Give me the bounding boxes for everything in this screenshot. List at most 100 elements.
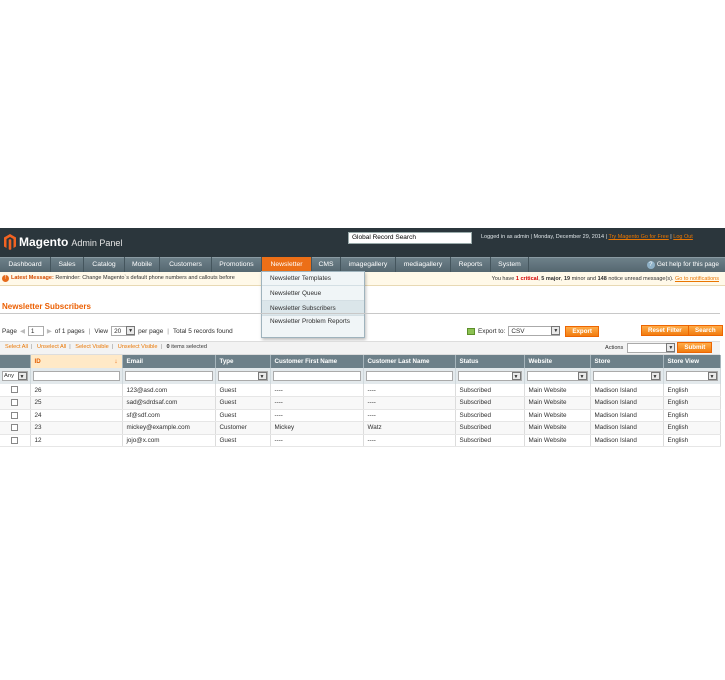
actions-select[interactable]: ▼ [627,342,676,353]
cell-status: Subscribed [455,409,525,422]
latest-message-label: Latest Message: [11,275,54,281]
any-option: Any [4,373,14,379]
help-link[interactable]: ? Get help for this page [646,257,719,272]
nav-cms[interactable]: CMS [312,257,341,272]
column-header-email[interactable]: Email [122,355,216,368]
export-button[interactable]: Export [565,325,599,337]
magento-logo[interactable]: Magento Admin Panel [4,232,124,252]
nav-promotions[interactable]: Promotions [212,257,262,272]
cell-first-name: ---- [270,384,364,397]
column-header-website[interactable]: Website [524,355,591,368]
cell-type: Guest [215,409,271,422]
menu-newsletter-templates[interactable]: Newsletter Templates [262,272,364,286]
help-icon: ? [646,261,655,269]
unselect-all-link[interactable]: Unselect All [37,344,66,350]
select-visible-link[interactable]: Select Visible [75,344,108,350]
cell-status: Subscribed [455,421,525,435]
row-checkbox[interactable] [11,424,18,432]
next-page-icon[interactable]: ▶ [47,327,52,335]
row-checkbox[interactable] [11,411,18,419]
title-divider [0,313,720,314]
global-search-input[interactable]: Global Record Search [348,232,472,244]
cell-email: 123@asd.com [122,384,216,397]
cell-store: Madison Island [590,421,664,435]
store-view-filter-select[interactable]: ▼ [665,371,718,381]
column-header-type[interactable]: Type [215,355,271,368]
notice-count[interactable]: 148 [598,276,607,282]
nav-catalog[interactable]: Catalog [84,257,125,272]
search-button[interactable]: Search [688,325,723,336]
goto-notifications-link[interactable]: Go to notifications [675,276,719,282]
selected-label: items selected [171,344,207,350]
select-all-link[interactable]: Select All [5,344,28,350]
cell-website: Main Website [524,434,591,447]
nav-customers[interactable]: Customers [160,257,212,272]
nav-mobile[interactable]: Mobile [125,257,160,272]
status-filter-select[interactable]: ▼ [457,371,522,381]
export-icon [467,327,475,335]
filter-cell: ▼ [524,368,591,384]
minor-count[interactable]: 19 [564,276,570,282]
column-header-store[interactable]: Store [590,355,664,368]
page-input[interactable]: 1 [27,326,44,336]
nav-newsletter[interactable]: Newsletter [262,257,312,272]
first-name-filter-input[interactable] [272,371,361,381]
export-controls: Export to: CSV ▼ Export [467,325,599,337]
latest-message: ! Latest Message: Reminder: Change Magent… [2,275,235,282]
row-checkbox-cell [0,434,31,447]
row-checkbox[interactable] [11,386,18,394]
major-count[interactable]: 5 major [541,276,561,282]
column-header-id[interactable]: ID ↓ [30,355,123,368]
nav-imagegallery[interactable]: imagegallery [341,257,396,272]
sort-arrow-icon: ↓ [114,358,118,365]
column-header-status[interactable]: Status [455,355,525,368]
unselect-visible-link[interactable]: Unselect Visible [118,344,158,350]
try-magento-link[interactable]: Try Magento Go for Free [608,234,668,240]
logout-link[interactable]: Log Out [673,234,693,240]
table-row[interactable]: 12 jojo@x.com Guest ---- ---- Subscribed Main … [0,434,721,447]
store-filter-select[interactable]: ▼ [592,371,661,381]
id-filter-input[interactable] [32,371,120,381]
type-filter-select[interactable]: ▼ [217,371,268,381]
row-checkbox[interactable] [11,436,18,444]
table-row[interactable]: 24 sf@sdf.com Guest ---- ---- Subscribed Main … [0,409,721,422]
cell-website: Main Website [524,409,591,422]
website-filter-select[interactable]: ▼ [526,371,588,381]
menu-newsletter-queue[interactable]: Newsletter Queue [262,286,364,301]
nav-dashboard[interactable]: Dashboard [0,257,51,272]
submit-button[interactable]: Submit [677,342,713,353]
export-format-value: CSV [511,328,525,335]
critical-count[interactable]: 1 critical [516,276,538,282]
prev-page-icon[interactable]: ◀ [20,327,25,335]
nav-mediagallery[interactable]: mediagallery [396,257,451,272]
last-name-filter-input[interactable] [365,371,453,381]
column-header-store-view[interactable]: Store View [663,355,721,368]
export-label: Export to: [478,327,506,335]
column-header-last-name[interactable]: Customer Last Name [363,355,456,368]
summary-end: notice unread message(s). [608,276,674,282]
cell-id: 25 [30,396,123,410]
email-filter-input[interactable] [124,371,213,381]
nav-system[interactable]: System [491,257,529,272]
latest-message-text: Reminder: Change Magento`s default phone… [55,275,235,281]
of-pages-label: of 1 pages [54,327,85,335]
menu-newsletter-problem-reports[interactable]: Newsletter Problem Reports [262,316,364,337]
cell-email: mickey@example.com [122,421,216,435]
nav-sales[interactable]: Sales [51,257,84,272]
table-row[interactable]: 26 123@asd.com Guest ---- ---- Subscribed Main… [0,384,721,397]
nav-reports[interactable]: Reports [451,257,491,272]
per-page-select[interactable]: 20 ▼ [111,326,136,336]
cell-website: Main Website [524,421,591,435]
export-format-select[interactable]: CSV ▼ [508,326,561,336]
chevron-down-icon: ▼ [577,372,587,380]
total-records: Total 5 records found [172,327,233,335]
checkbox-filter-select[interactable]: Any ▼ [2,371,28,381]
column-header-first-name[interactable]: Customer First Name [270,355,364,368]
table-row[interactable]: 25 sad@sdrdsaf.com Guest ---- ---- Subscribed… [0,396,721,410]
table-row[interactable]: 23 mickey@example.com Customer Mickey Watz Su… [0,421,721,435]
grid-body: 26 123@asd.com Guest ---- ---- Subscribed Main… [0,384,721,447]
cell-status: Subscribed [455,434,525,447]
row-checkbox[interactable] [11,399,18,407]
filter-cell [363,368,456,384]
reset-filter-button[interactable]: Reset Filter [641,325,689,336]
